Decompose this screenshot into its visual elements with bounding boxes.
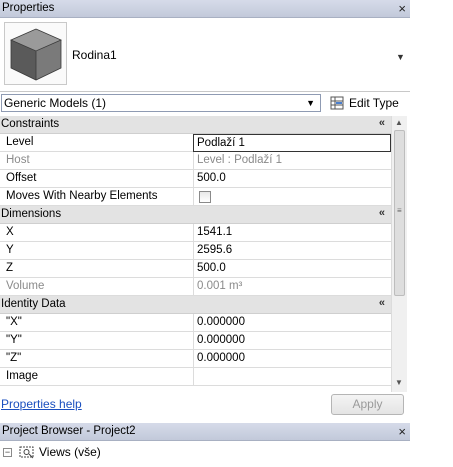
- edit-type-icon: [330, 96, 344, 110]
- param-value: Level : Podlaží 1: [197, 154, 283, 166]
- collapse-icon[interactable]: «: [379, 207, 385, 219]
- param-value: 500.0: [197, 172, 226, 184]
- param-value-field[interactable]: [193, 368, 391, 386]
- group-label: Identity Data: [1, 298, 66, 310]
- param-name: Level: [6, 136, 34, 148]
- param-name: Y: [6, 244, 14, 256]
- family-thumbnail: [4, 22, 67, 85]
- properties-title-bar[interactable]: Properties ×: [0, 0, 410, 18]
- param-name: "Y": [6, 334, 22, 346]
- group-header-dimensions[interactable]: Dimensions «: [0, 206, 391, 224]
- properties-panel: Properties × Rodina1 ▼ Generic Models (1…: [0, 0, 410, 467]
- param-value-field: 0.001 m³: [193, 278, 391, 296]
- param-row-offset[interactable]: Offset 500.0: [0, 170, 391, 188]
- param-value: 0.000000: [197, 316, 245, 328]
- edit-type-label: Edit Type: [349, 96, 399, 110]
- param-row-y[interactable]: Y 2595.6: [0, 242, 391, 260]
- collapse-tree-icon[interactable]: −: [3, 448, 12, 457]
- param-name: Host: [6, 154, 30, 166]
- param-value-field[interactable]: Podlaží 1: [193, 134, 391, 152]
- param-row-quoted-y[interactable]: "Y" 0.000000: [0, 332, 391, 350]
- param-name: Volume: [6, 280, 45, 292]
- tree-item-views[interactable]: − Views (vše): [0, 443, 410, 461]
- param-value-field[interactable]: 0.000000: [193, 314, 391, 332]
- param-name: Offset: [6, 172, 37, 184]
- grip-icon: ≡: [397, 206, 402, 215]
- param-row-host[interactable]: Host Level : Podlaží 1: [0, 152, 391, 170]
- tree-item-label: Views (vše): [39, 445, 101, 459]
- project-browser-title-bar[interactable]: Project Browser - Project2 ×: [0, 423, 410, 441]
- param-value-field[interactable]: 0.000000: [193, 332, 391, 350]
- properties-help-link[interactable]: Properties help: [1, 397, 82, 411]
- param-value-field[interactable]: 2595.6: [193, 242, 391, 260]
- group-header-constraints[interactable]: Constraints «: [0, 116, 391, 134]
- group-header-identity-data[interactable]: Identity Data «: [0, 296, 391, 314]
- param-name: "Z": [6, 352, 22, 364]
- properties-title: Properties: [2, 2, 55, 14]
- param-name: Z: [6, 262, 14, 274]
- param-name: Moves With Nearby Elements: [6, 190, 158, 202]
- category-filter-value: Generic Models (1): [4, 96, 107, 110]
- param-value-field: Level : Podlaží 1: [193, 152, 391, 170]
- param-row-quoted-z[interactable]: "Z" 0.000000: [0, 350, 391, 368]
- type-selector[interactable]: Rodina1 ▼: [0, 18, 410, 92]
- background-area: [410, 0, 453, 467]
- param-value: 0.001 m³: [197, 280, 243, 292]
- param-value: 0.000000: [197, 352, 245, 364]
- project-browser-title: Project Browser - Project2: [2, 425, 136, 437]
- param-name: X: [6, 226, 14, 238]
- param-name: Image: [6, 370, 38, 382]
- param-row-volume[interactable]: Volume 0.001 m³: [0, 278, 391, 296]
- param-row-image[interactable]: Image: [0, 368, 391, 386]
- properties-scrollbar[interactable]: ▲ ≡ ▼: [391, 116, 407, 392]
- param-row-x[interactable]: X 1541.1: [0, 224, 391, 242]
- dropdown-arrow-icon[interactable]: ▼: [396, 52, 405, 62]
- dropdown-arrow-icon[interactable]: ▼: [306, 98, 315, 108]
- param-value: 1541.1: [197, 226, 233, 238]
- param-row-quoted-x[interactable]: "X" 0.000000: [0, 314, 391, 332]
- param-value-field: [193, 188, 391, 206]
- param-row-level[interactable]: Level Podlaží 1: [0, 134, 391, 152]
- param-value: 0.000000: [197, 334, 245, 346]
- param-value-field[interactable]: 500.0: [193, 260, 391, 278]
- param-value-field[interactable]: 0.000000: [193, 350, 391, 368]
- properties-footer: Properties help Apply: [0, 392, 410, 418]
- group-label: Constraints: [1, 118, 60, 130]
- param-row-z[interactable]: Z 500.0: [0, 260, 391, 278]
- category-filter-select[interactable]: Generic Models (1) ▼: [1, 94, 321, 112]
- group-label: Dimensions: [1, 208, 62, 220]
- scroll-down-icon[interactable]: ▼: [395, 378, 403, 387]
- properties-grid: Constraints « Level Podlaží 1 Host Level…: [0, 116, 391, 392]
- param-name: "X": [6, 316, 22, 328]
- param-value-field[interactable]: 500.0: [193, 170, 391, 188]
- collapse-icon[interactable]: «: [379, 297, 385, 309]
- cube-icon: [10, 28, 62, 81]
- param-value-field[interactable]: 1541.1: [193, 224, 391, 242]
- apply-button[interactable]: Apply: [331, 394, 404, 415]
- scrollbar-thumb[interactable]: ≡: [394, 130, 405, 296]
- param-value: 500.0: [197, 262, 226, 274]
- param-row-moves-with-nearby[interactable]: Moves With Nearby Elements: [0, 188, 391, 206]
- param-value: Podlaží 1: [197, 137, 245, 149]
- collapse-icon[interactable]: «: [379, 117, 385, 129]
- moves-with-nearby-checkbox[interactable]: [199, 191, 211, 203]
- close-icon[interactable]: ×: [398, 424, 406, 439]
- scroll-up-icon[interactable]: ▲: [395, 118, 403, 127]
- close-icon[interactable]: ×: [398, 1, 406, 16]
- type-name: Rodina1: [72, 48, 117, 62]
- edit-type-button[interactable]: Edit Type: [328, 94, 406, 113]
- views-icon: [19, 446, 34, 459]
- instance-filter-row: Generic Models (1) ▼ Edit Type: [0, 93, 410, 114]
- param-value: 2595.6: [197, 244, 233, 256]
